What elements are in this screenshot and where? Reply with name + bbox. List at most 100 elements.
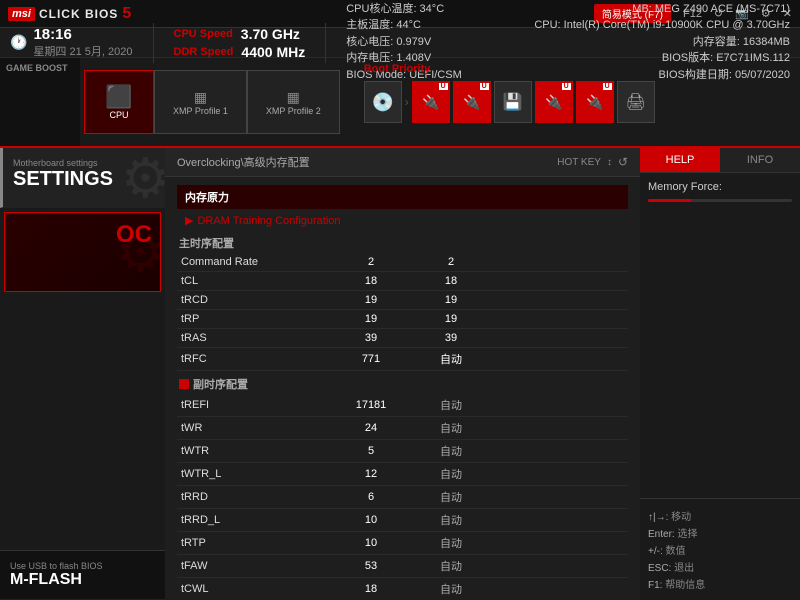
- ddr-speed-label: DDR Speed: [174, 46, 234, 58]
- boot-dev-icon-4: 🔌: [545, 94, 562, 111]
- boot-dev-badge-5: U: [603, 83, 612, 90]
- boot-device-0[interactable]: 💿: [364, 81, 402, 123]
- prow-val1-2: 19: [331, 294, 411, 306]
- panel-progress-bar: [648, 199, 792, 202]
- secondary-row-1[interactable]: tWR 24 自动: [177, 417, 628, 440]
- boot-dev-badge-1: U: [439, 83, 448, 90]
- srow-name-0: tREFI: [181, 399, 331, 411]
- secondary-row-6[interactable]: tRTP 10 自动: [177, 532, 628, 555]
- srow-name-6: tRTP: [181, 537, 331, 549]
- shortcut-value-key: +/-:: [648, 546, 666, 557]
- tab-help[interactable]: HELP: [640, 148, 720, 172]
- boot-arrow-0: ›: [405, 95, 409, 109]
- mem-force-label: 内存原力: [185, 189, 229, 205]
- prow-val2-1: 18: [411, 275, 491, 287]
- secondary-row-0[interactable]: tREFI 17181 自动: [177, 394, 628, 417]
- tab-xmp2[interactable]: ▦ XMP Profile 2: [247, 70, 340, 134]
- boot-device-6[interactable]: 🖨: [617, 81, 655, 123]
- cpu-temp: CPU核心温度: 34°C: [346, 2, 462, 17]
- oc-gear-bg: ⚙: [116, 220, 161, 284]
- boot-dev-icon-2: 🔌: [463, 94, 480, 111]
- logo: msi CLICK BIOS 5: [8, 5, 131, 23]
- divider: [153, 23, 154, 63]
- srow-name-7: tFAW: [181, 560, 331, 572]
- primary-row-0[interactable]: Command Rate 2 2: [177, 253, 628, 272]
- dram-training-row[interactable]: ▶ DRAM Training Configuration: [177, 211, 628, 230]
- srow-val1-5: 10: [331, 514, 411, 526]
- prow-val2-2: 19: [411, 294, 491, 306]
- srow-val1-3: 12: [331, 468, 411, 480]
- boot-device-2[interactable]: U 🔌: [453, 81, 491, 123]
- bios-version-number: 5: [122, 5, 131, 23]
- primary-row-1[interactable]: tCL 18 18: [177, 272, 628, 291]
- secondary-timing-rows: tREFI 17181 自动 tWR 24 自动 tWTR 5 自动 tWTR_…: [177, 394, 628, 600]
- shortcut-enter-key: Enter:: [648, 529, 677, 540]
- srow-name-8: tCWL: [181, 583, 331, 595]
- tab-cpu[interactable]: ⬛ CPU: [84, 70, 154, 134]
- mem-info: 内存容量: 16384MB: [534, 35, 790, 50]
- cpu-speed-label: CPU Speed: [174, 28, 233, 40]
- prow-val1-4: 39: [331, 332, 411, 344]
- mb-temp: 主板温度: 44°C: [346, 18, 462, 33]
- hotkey-icon: ↕: [607, 157, 612, 168]
- shortcut-enter: Enter: 选择: [648, 524, 792, 541]
- tab-xmp1-label: XMP Profile 1: [173, 106, 228, 116]
- shortcut-move: ↑|→: 移动: [648, 507, 792, 524]
- game-boost-label: GAME BOOST: [0, 58, 80, 146]
- secondary-row-4[interactable]: tRRD 6 自动: [177, 486, 628, 509]
- shortcut-value: +/-: 数值: [648, 541, 792, 558]
- refresh-content-icon[interactable]: ↺: [618, 155, 628, 169]
- primary-row-4[interactable]: tRAS 39 39: [177, 329, 628, 348]
- xmp1-icon: ▦: [194, 89, 207, 106]
- primary-row-5[interactable]: tRFC 771 自动: [177, 348, 628, 371]
- panel-progress-fill: [648, 199, 691, 202]
- srow-val2-8: 自动: [411, 581, 491, 597]
- cpu-speed-value: 3.70 GHz: [241, 26, 300, 42]
- sidebar-item-mflash[interactable]: Use USB to flash BIOS M-FLASH: [0, 550, 165, 600]
- cpu-icon: ⬛: [105, 84, 132, 110]
- srow-val2-3: 自动: [411, 466, 491, 482]
- boot-device-3[interactable]: 💾: [494, 81, 532, 123]
- boot-device-4[interactable]: U 🔌: [535, 81, 573, 123]
- clock-icon: 🕐: [10, 34, 27, 51]
- boot-dev-icon-5: 🔌: [586, 94, 603, 111]
- srow-val2-6: 自动: [411, 535, 491, 551]
- settings-sub-label: Motherboard settings: [13, 158, 155, 168]
- prow-val1-5: 771: [331, 353, 411, 365]
- mflash-sub-label: Use USB to flash BIOS: [10, 561, 155, 571]
- content-header: Overclocking\高级内存配置 HOT KEY ↕ ↺: [165, 148, 640, 177]
- boot-device-5[interactable]: U 🔌: [576, 81, 614, 123]
- tab-xmp1[interactable]: ▦ XMP Profile 1: [154, 70, 247, 134]
- sidebar-item-settings[interactable]: ⚙ Motherboard settings SETTINGS: [0, 148, 165, 208]
- secondary-row-3[interactable]: tWTR_L 12 自动: [177, 463, 628, 486]
- hotkey-area: HOT KEY ↕ ↺: [557, 155, 628, 169]
- mb-info: MB: MEG Z490 ACE (MS-7C71): [534, 2, 790, 17]
- secondary-row-2[interactable]: tWTR 5 自动: [177, 440, 628, 463]
- boot-dev-icon-6: 🖨: [626, 92, 646, 112]
- primary-row-2[interactable]: tRCD 19 19: [177, 291, 628, 310]
- breadcrumb: Overclocking\高级内存配置: [177, 154, 310, 170]
- primary-row-3[interactable]: tRP 19 19: [177, 310, 628, 329]
- prow-val1-0: 2: [331, 256, 411, 268]
- tab-info[interactable]: INFO: [720, 148, 800, 172]
- sidebar-item-oc[interactable]: ⚙ OC: [4, 212, 161, 292]
- shortcut-esc: ESC: 退出: [648, 558, 792, 575]
- dram-training-label: DRAM Training Configuration: [197, 215, 340, 227]
- srow-name-4: tRRD: [181, 491, 331, 503]
- secondary-row-5[interactable]: tRRD_L 10 自动: [177, 509, 628, 532]
- current-time: 18:16: [33, 26, 132, 43]
- boot-device-1[interactable]: U 🔌: [412, 81, 450, 123]
- shortcut-f1-desc: 帮助信息: [665, 580, 705, 591]
- srow-name-1: tWR: [181, 422, 331, 434]
- secondary-row-8[interactable]: tCWL 18 自动: [177, 578, 628, 600]
- srow-name-2: tWTR: [181, 445, 331, 457]
- sidebar-spacer: [0, 296, 165, 550]
- secondary-row-7[interactable]: tFAW 53 自动: [177, 555, 628, 578]
- core-voltage: 核心电压: 0.979V: [346, 35, 462, 50]
- boot-dev-icon-1: 🔌: [422, 94, 439, 111]
- speeds-block: CPU Speed 3.70 GHz DDR Speed 4400 MHz: [174, 26, 306, 60]
- prow-val2-4: 39: [411, 332, 491, 344]
- prow-name-4: tRAS: [181, 332, 331, 344]
- content-body: 内存原力 ▶ DRAM Training Configuration 主时序配置…: [165, 177, 640, 600]
- primary-timing-rows: Command Rate 2 2 tCL 18 18 tRCD 19 19 tR…: [177, 253, 628, 371]
